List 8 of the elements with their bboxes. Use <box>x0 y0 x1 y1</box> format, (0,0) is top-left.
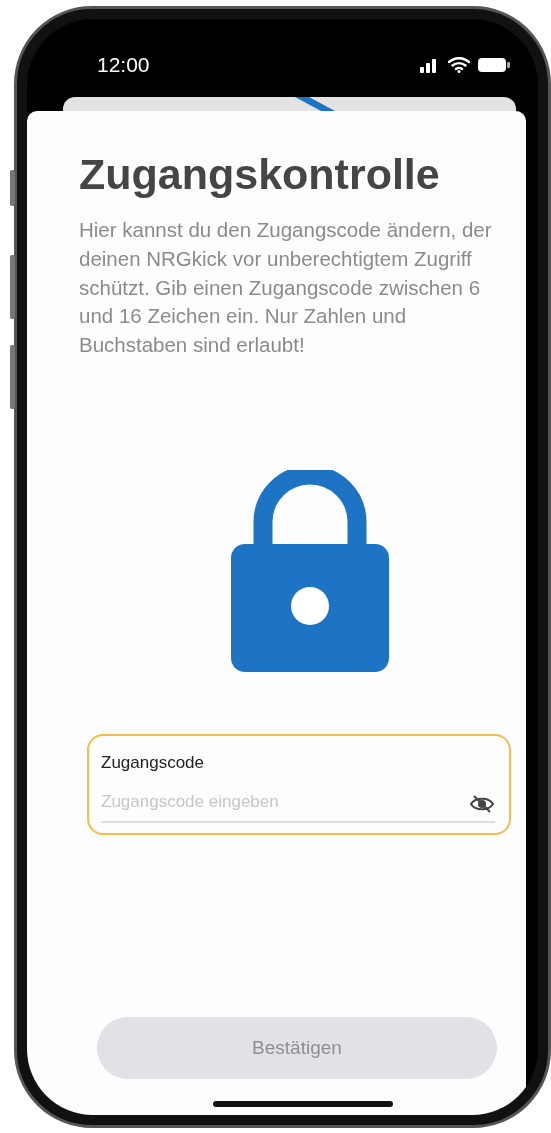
lock-icon <box>231 469 389 672</box>
wifi-icon <box>448 57 470 73</box>
page-title: Zugangskontrolle <box>79 151 441 199</box>
eye-slash-icon[interactable] <box>469 793 495 814</box>
battery-icon <box>478 57 510 73</box>
description-text: Hier kannst du den Zugangscode ändern, der deinen NRGkick vor unberechtigtem Zugriff schützt. Gib einen Zugangscode zwischen 6 und 16 Zeichen ein. Nur Zahlen und Buchstaben sind erlaubt! <box>79 217 493 359</box>
field-label: Zugangscode <box>101 751 206 774</box>
status-time: 12:00 <box>97 52 150 79</box>
